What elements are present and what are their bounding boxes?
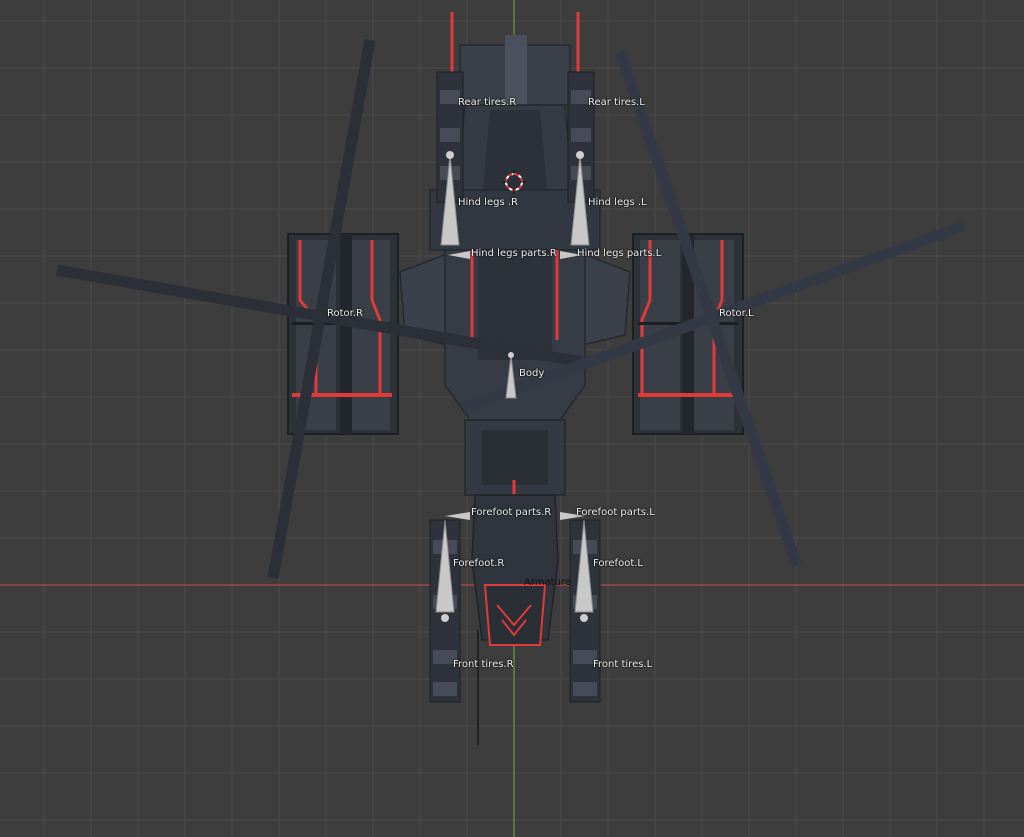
bone-joint-icon [576,151,584,159]
label-hind-legs-parts-l: Hind legs parts.L [577,248,662,259]
label-front-tires-r: Front tires.R [453,659,514,670]
label-forefoot-r: Forefoot.R [453,558,505,569]
label-forefoot-parts-r: Forefoot parts.R [471,507,552,518]
bone-forefoot-parts-r[interactable] [445,512,470,520]
nose-section [471,494,559,745]
label-rear-tires-r: Rear tires.R [458,97,517,108]
label-rear-tires-l: Rear tires.L [588,97,645,108]
label-armature: Armature [524,577,571,588]
label-hind-legs-l: Hind legs .L [588,197,647,208]
label-hind-legs-parts-r: Hind legs parts.R [471,248,557,259]
bone-joint-icon [580,614,588,622]
viewport-scene[interactable] [0,0,1024,837]
label-rotor-r: Rotor.R [327,308,363,319]
label-hind-legs-r: Hind legs .R [458,197,518,208]
label-body: Body [519,368,545,379]
bone-joint-icon [441,614,449,622]
label-rotor-l: Rotor.L [719,308,754,319]
label-forefoot-l: Forefoot.L [593,558,643,569]
label-forefoot-parts-l: Forefoot parts.L [576,507,655,518]
bone-joint-icon [446,151,454,159]
label-front-tires-l: Front tires.L [593,659,653,670]
bone-joint-icon [508,352,514,358]
3d-viewport[interactable]: Rear tires.R Rear tires.L Hind legs .R H… [0,0,1024,837]
